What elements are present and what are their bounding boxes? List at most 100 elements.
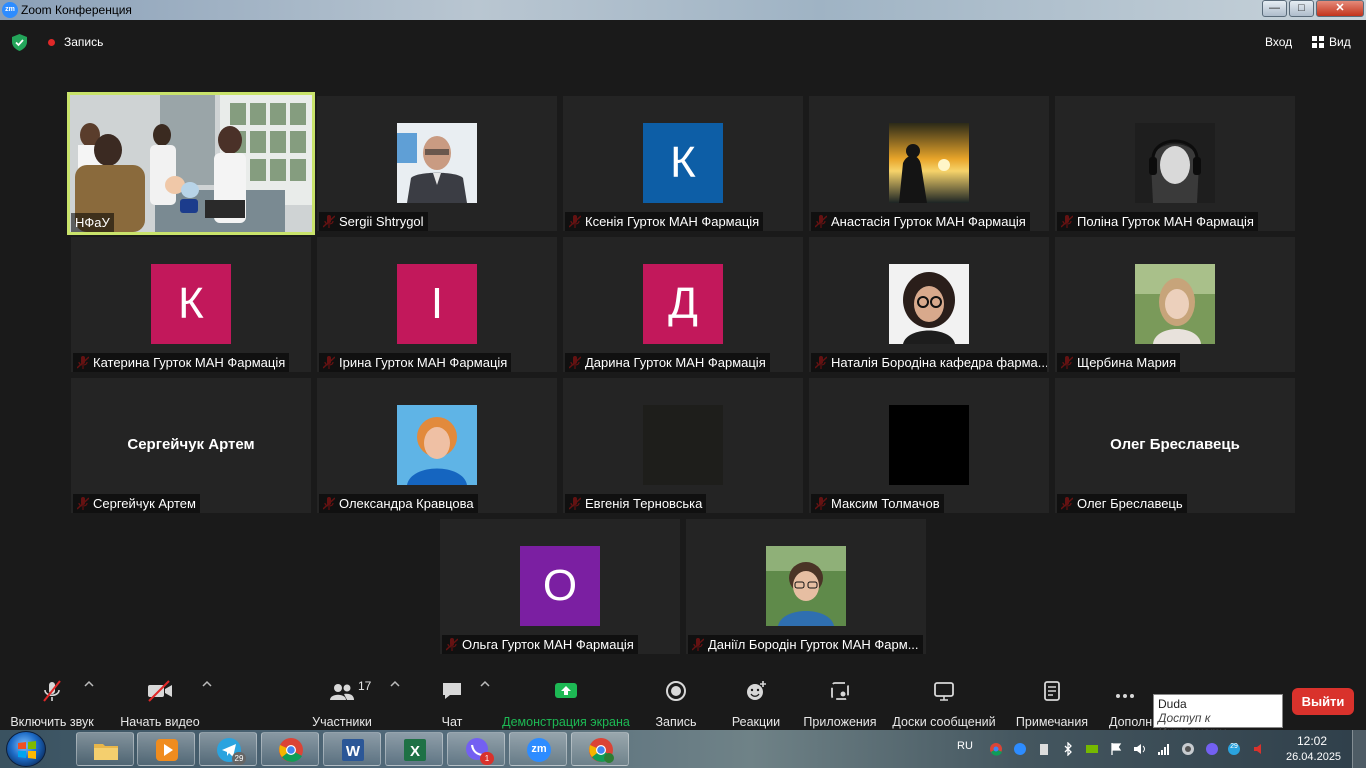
recording-dot-icon	[48, 39, 55, 46]
apps-button[interactable]: Приложения	[801, 676, 879, 729]
share-screen-button[interactable]: Демонстрация экрана	[502, 676, 630, 729]
chat-label: Чат	[441, 715, 463, 729]
participants-count: 17	[358, 679, 372, 693]
reactions-button[interactable]: Реакции	[728, 676, 784, 729]
leave-button[interactable]: Выйти	[1292, 688, 1354, 715]
sunset-photo	[889, 123, 969, 203]
zoom-tray-icon[interactable]	[1013, 742, 1027, 756]
start-video-button[interactable]: Начать видео	[115, 676, 205, 729]
taskbar-explorer[interactable]	[76, 732, 134, 766]
meeting-top-bar: Запись Вход Вид	[0, 20, 1366, 66]
participant-avatar: К	[151, 264, 231, 344]
participant-name: Даніїл Бородін Гурток МАН Фарм...	[688, 635, 923, 654]
participant-tile[interactable]: Евгенія Терновська	[563, 378, 803, 513]
man-photo	[397, 123, 477, 203]
language-indicator[interactable]: RU	[957, 740, 973, 752]
taskbar-zoom[interactable]: zm	[509, 732, 567, 766]
show-desktop-button[interactable]	[1352, 730, 1366, 768]
close-button[interactable]: ✕	[1316, 0, 1364, 17]
taskbar-media-player[interactable]	[137, 732, 195, 766]
participant-name: Наталія Бородіна кафедра фарма...	[811, 353, 1047, 372]
taskbar-telegram[interactable]: 29	[199, 732, 257, 766]
chevron-up-icon[interactable]	[390, 680, 400, 688]
chrome-icon	[279, 738, 303, 762]
boy-photo	[766, 546, 846, 626]
taskbar-excel[interactable]: X	[385, 732, 443, 766]
participant-avatar: К	[643, 123, 723, 203]
whiteboard-icon	[934, 682, 954, 701]
shield-icon[interactable]	[12, 34, 27, 51]
record-label: Запись	[655, 715, 697, 729]
taskbar-viber[interactable]: 1	[447, 732, 505, 766]
svg-text:X: X	[410, 743, 420, 760]
notes-button[interactable]: Примечания	[1013, 676, 1091, 729]
participants-label: Участники	[312, 715, 372, 729]
participant-avatar: І	[397, 264, 477, 344]
chrome-tray-icon[interactable]	[989, 742, 1003, 756]
participant-tile[interactable]: К Ксенія Гурток МАН Фармація	[563, 96, 803, 231]
participant-video	[643, 405, 723, 485]
participant-name: Евгенія Терновська	[565, 494, 707, 513]
viber-tray-icon[interactable]	[1205, 742, 1219, 756]
minimize-button[interactable]: —	[1262, 0, 1287, 17]
record-button[interactable]: Запись	[650, 676, 702, 729]
participant-tile[interactable]: Анастасія Гурток МАН Фармація	[809, 96, 1049, 231]
chevron-up-icon[interactable]	[480, 680, 490, 688]
folder-icon	[94, 744, 118, 760]
grid-view-icon	[1312, 36, 1324, 48]
participant-tile[interactable]: Олександра Кравцова	[317, 378, 557, 513]
video-off-icon	[148, 680, 172, 702]
participant-tile[interactable]: О Ольга Гурток МАН Фармація	[440, 519, 680, 654]
participants-icon	[330, 684, 354, 700]
participant-tile[interactable]: К Катерина Гурток МАН Фармація	[71, 237, 311, 372]
participant-tile[interactable]: Наталія Бородіна кафедра фарма...	[809, 237, 1049, 372]
participant-tile[interactable]: І Ірина Гурток МАН Фармація	[317, 237, 557, 372]
signal-icon[interactable]	[1157, 742, 1171, 756]
participant-tile[interactable]: Поліна Гурток МАН Фармація	[1055, 96, 1295, 231]
chevron-up-icon[interactable]	[202, 680, 212, 688]
network-icon[interactable]	[1181, 742, 1195, 756]
participant-tile[interactable]: Максим Толмачов	[809, 378, 1049, 513]
share-screen-label: Демонстрация экрана	[502, 715, 630, 729]
participant-tile[interactable]: Д Дарина Гурток МАН Фармація	[563, 237, 803, 372]
telegram-tray-icon[interactable]: 29	[1227, 742, 1245, 756]
chrome-icon	[589, 738, 614, 763]
tooltip-title: Duda	[1158, 697, 1187, 711]
clock-time[interactable]: 12:02	[1297, 734, 1327, 748]
more-button[interactable]: Дополн	[1104, 676, 1156, 729]
participant-tile[interactable]: Сергейчук Артем Сергейчук Артем	[71, 378, 311, 513]
volume-icon[interactable]	[1133, 742, 1147, 756]
participant-name: Олег Бреславець	[1057, 494, 1187, 513]
participant-name: Анастасія Гурток МАН Фармація	[811, 212, 1030, 231]
sign-in-button[interactable]: Вход	[1265, 35, 1292, 49]
media-player-icon	[156, 739, 178, 761]
word-icon: W	[342, 739, 364, 761]
taskbar-chrome[interactable]	[261, 732, 319, 766]
apps-icon	[831, 682, 849, 700]
participant-tile[interactable]: Олег Бреславець Олег Бреславець	[1055, 378, 1295, 513]
whiteboards-button[interactable]: Доски сообщений	[890, 676, 998, 729]
taskbar-word[interactable]: W	[323, 732, 381, 766]
clock-date[interactable]: 26.04.2025	[1286, 751, 1341, 763]
participant-tile[interactable]: Даніїл Бородін Гурток МАН Фарм...	[686, 519, 926, 654]
action-center-flag-icon[interactable]	[1109, 742, 1123, 756]
participant-tile[interactable]: НФаУ	[67, 92, 315, 235]
participant-name: Ксенія Гурток МАН Фармація	[565, 212, 764, 231]
chevron-up-icon[interactable]	[84, 680, 94, 688]
start-button[interactable]	[6, 731, 46, 767]
participant-video	[397, 123, 477, 203]
windows-logo-icon	[18, 741, 36, 759]
recording-label[interactable]: Запись	[64, 35, 103, 49]
taskbar-chrome-profile[interactable]	[571, 732, 629, 766]
participant-tile[interactable]: Щербина Мария	[1055, 237, 1295, 372]
speaker-muted-icon[interactable]	[1253, 742, 1267, 756]
participant-avatar: Д	[643, 264, 723, 344]
usb-tray-icon[interactable]	[1037, 742, 1051, 756]
bluetooth-icon[interactable]	[1061, 742, 1075, 756]
zoom-icon-label: zm	[531, 743, 547, 755]
nvidia-icon[interactable]	[1085, 742, 1099, 756]
participant-tile[interactable]: Sergii Shtrygol	[317, 96, 557, 231]
participants-button[interactable]: 17 Участники	[305, 676, 379, 729]
maximize-button[interactable]: □	[1289, 0, 1314, 17]
chat-button[interactable]: Чат	[430, 676, 474, 729]
